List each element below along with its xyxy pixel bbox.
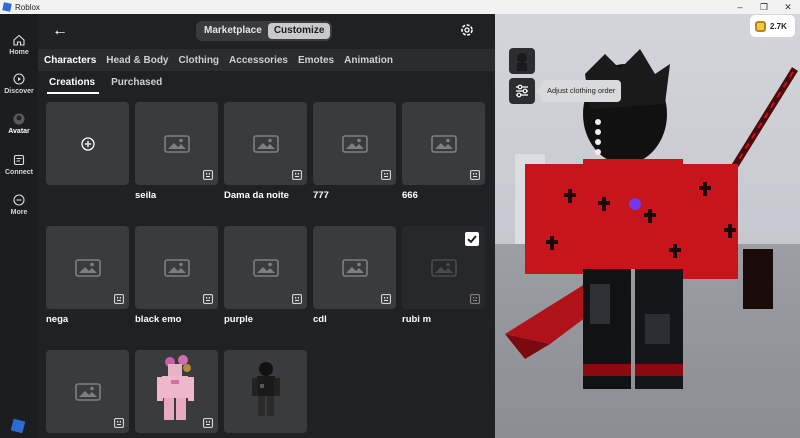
character-tile[interactable] <box>135 102 218 185</box>
image-placeholder-icon <box>342 259 368 277</box>
image-placeholder-icon <box>253 135 279 153</box>
image-placeholder-icon <box>431 135 457 153</box>
character-name: seila <box>135 190 157 201</box>
segment-customize[interactable]: Customize <box>267 23 331 39</box>
image-placeholder-icon <box>164 259 190 277</box>
character-badge-icon <box>203 170 213 180</box>
avatar-figure <box>505 49 798 389</box>
checkmark-icon <box>465 232 479 246</box>
character-badge-icon <box>470 294 480 304</box>
back-arrow-icon[interactable]: ← <box>52 22 68 40</box>
character-tile[interactable] <box>402 102 485 185</box>
adjust-clothing-order-button[interactable] <box>509 78 535 104</box>
robux-balance[interactable]: 2.7K <box>750 15 795 37</box>
character-name: black emo <box>135 314 182 325</box>
dark-avatar-thumbnail <box>252 362 280 416</box>
chat-icon <box>13 154 25 166</box>
character-name: nega <box>46 314 69 325</box>
image-placeholder-icon <box>253 259 279 277</box>
image-placeholder-icon <box>342 135 368 153</box>
robux-amount: 2.7K <box>770 21 787 31</box>
character-name: 666 <box>402 190 418 201</box>
title-bar: Roblox – ❐ ✕ <box>0 0 800 14</box>
character-tile[interactable] <box>46 350 129 433</box>
home-icon <box>13 34 25 46</box>
image-placeholder-icon <box>431 259 457 277</box>
subtab-purchased[interactable]: Purchased <box>111 77 162 88</box>
more-icon <box>13 194 25 206</box>
character-badge-icon <box>470 170 480 180</box>
roblox-logo-icon <box>2 2 12 12</box>
character-badge-icon <box>381 170 391 180</box>
character-name: rubi m <box>402 314 432 325</box>
left-nav: Home Discover Avatar Connect More <box>0 14 38 438</box>
character-tile-selected[interactable] <box>402 226 485 309</box>
character-badge-icon <box>114 418 124 428</box>
tab-characters[interactable]: Characters <box>44 55 96 66</box>
add-circle-icon <box>81 137 95 151</box>
gear-icon[interactable] <box>459 22 475 38</box>
character-tile[interactable] <box>224 102 307 185</box>
nav-label-discover: Discover <box>4 88 34 95</box>
roblox-logo-icon[interactable] <box>10 418 26 434</box>
character-name: cdl <box>313 314 327 325</box>
subtab-creations[interactable]: Creations <box>46 77 100 94</box>
tab-clothing[interactable]: Clothing <box>179 55 220 66</box>
tab-animation[interactable]: Animation <box>344 55 393 66</box>
character-tile[interactable] <box>135 226 218 309</box>
nav-item-more[interactable]: More <box>0 194 38 216</box>
character-badge-icon <box>292 170 302 180</box>
character-tile[interactable] <box>224 226 307 309</box>
sliders-icon <box>516 84 528 98</box>
nav-label-connect: Connect <box>5 169 33 176</box>
create-character-tile[interactable] <box>46 102 129 185</box>
avatar-mini-icon <box>517 53 527 71</box>
nav-item-home[interactable]: Home <box>0 34 38 56</box>
minimize-button[interactable]: – <box>728 0 752 14</box>
tab-emotes[interactable]: Emotes <box>298 55 334 66</box>
tooltip: Adjust clothing order <box>535 80 622 102</box>
nav-item-connect[interactable]: Connect <box>0 154 38 176</box>
avatar-preview-scene[interactable] <box>495 14 800 438</box>
nav-item-discover[interactable]: Discover <box>0 73 38 95</box>
window-title: Roblox <box>15 2 40 12</box>
nav-item-avatar[interactable]: Avatar <box>0 113 38 135</box>
nav-label-avatar: Avatar <box>8 128 30 135</box>
discover-icon <box>13 73 25 85</box>
avatar-thumbnail-button[interactable] <box>509 48 535 74</box>
nav-label-more: More <box>10 209 28 216</box>
character-badge-icon <box>114 294 124 304</box>
robux-icon <box>755 20 766 32</box>
character-badge-icon <box>381 294 391 304</box>
character-tile[interactable] <box>135 350 218 433</box>
character-badge-icon <box>203 294 213 304</box>
character-name: purple <box>224 314 254 325</box>
category-tabs: Characters Head & Body Clothing Accessor… <box>38 49 495 71</box>
panel-header: ← Marketplace Customize <box>38 14 495 46</box>
nav-label-home: Home <box>9 49 29 56</box>
image-placeholder-icon <box>164 135 190 153</box>
image-placeholder-icon <box>75 383 101 401</box>
segment-marketplace[interactable]: Marketplace <box>198 23 268 39</box>
image-placeholder-icon <box>75 259 101 277</box>
character-name: 777 <box>313 190 329 201</box>
tab-accessories[interactable]: Accessories <box>229 55 288 66</box>
marketplace-customize-toggle: Marketplace Customize <box>196 21 333 41</box>
character-badge-icon <box>203 418 213 428</box>
character-badge-icon <box>292 294 302 304</box>
character-name: Dama da noite <box>224 190 289 201</box>
close-button[interactable]: ✕ <box>776 0 800 14</box>
character-tile[interactable] <box>224 350 307 433</box>
character-tile[interactable] <box>313 102 396 185</box>
tab-head-body[interactable]: Head & Body <box>106 55 168 66</box>
avatar-icon <box>13 113 25 125</box>
sub-tabs: Creations Purchased <box>38 71 495 94</box>
maximize-button[interactable]: ❐ <box>752 0 776 14</box>
customize-panel: ← Marketplace Customize Characters Head … <box>38 14 495 438</box>
character-tile[interactable] <box>313 226 396 309</box>
character-tile[interactable] <box>46 226 129 309</box>
